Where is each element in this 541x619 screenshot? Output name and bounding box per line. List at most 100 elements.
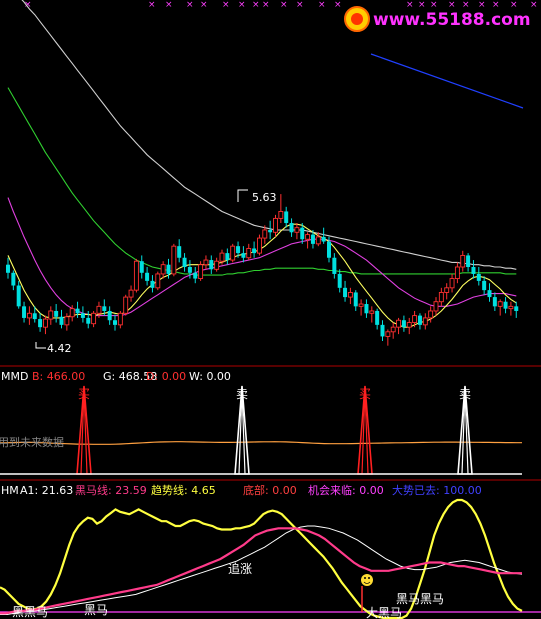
candle-body-up [257,237,262,254]
mmd-b-label: B: 466.00 [32,370,85,383]
candle-body-down [16,285,21,307]
candle-body-down [225,253,230,261]
top-marker: × [200,0,208,10]
candle-body-down [337,273,342,288]
candle-body-up [230,245,236,261]
signal-label: 买 [359,387,371,401]
candle-body-down [310,234,315,244]
hm-header-item: 趋势线: 4.65 [151,483,216,497]
top-marker: × [280,0,288,10]
candle-body-down [150,280,155,288]
candle-body-down [417,315,422,325]
mmd-d-value: 0.00 [162,370,187,383]
low-label: 4.42 [47,342,72,355]
watermark: www.55188.com [344,6,531,32]
candle-body-down [86,317,91,324]
hm-title: HM [1,484,19,497]
candle-body-up [497,301,503,307]
candle-body-up [155,273,161,289]
candle-body-down [327,241,331,258]
top-marker: × [418,0,426,10]
hm-label: 黑马黑马 [396,592,444,606]
top-marker: × [148,0,156,10]
hm-header-item: A1: 21.63 [20,484,73,497]
candle-body-down [321,236,326,242]
candle-body-up [278,211,284,219]
watermark-text: www.55188.com [373,10,531,30]
candle-body-down [466,255,471,267]
candle-body-down [107,310,112,321]
candle-body-up [96,305,102,314]
candle-body-down [22,306,27,318]
candle-body-up [294,227,300,233]
candle-body-up [91,312,97,325]
candle-body-up [203,259,209,266]
top-marker: × [24,0,32,10]
top-marker: × [262,0,270,10]
candle-body-down [252,248,257,254]
candle-body-down [241,253,246,258]
mmd-footer-text: 用到未来数据 [0,435,64,449]
candle-body-down [471,267,476,274]
candle-body-up [219,252,225,262]
candle-body-up [444,287,450,293]
hm-label: 大黑马 [366,606,402,619]
candle-body-up [406,322,412,328]
candle-body-down [80,313,85,318]
candle-body-down [401,320,406,328]
candle-body-up [123,296,129,314]
candle-body-down [209,260,214,270]
candle-body-down [75,308,80,314]
candle-body-down [380,324,385,337]
candle-body-up [128,289,134,298]
candle-body-down [343,287,348,298]
candle-body-down [375,310,380,325]
hm-label: 黑马 [84,603,108,617]
mmd-w-value: 0.00 [206,370,231,383]
hm-label: 黑黑马 [12,605,48,619]
candle-body-up [246,248,252,259]
candle-body-down [514,306,519,311]
candle-body-down [102,306,107,311]
candle-body-down [268,229,273,233]
candle-body-up [262,229,268,239]
candle-body-up [133,260,139,291]
stock-chart: × × × × × × × × × × × × × × × × × × × × × × www.55188.com 5.6… [0,0,541,619]
top-marker: × [510,0,518,10]
signal-label: 卖 [236,387,248,401]
candle-body-down [54,310,59,317]
candle-body-up [369,310,375,314]
smiley-face-icon [361,574,373,586]
top-marker: × [318,0,326,10]
top-marker: × [430,0,438,10]
candle-body-down [187,267,192,273]
top-marker: × [186,0,194,10]
candle-body-down [38,319,43,328]
candle-body-up [198,264,204,280]
candle-body-down [492,297,497,307]
candle-body-up [273,217,278,233]
candle-body-up [305,234,311,240]
hm-header-item: 大势已去: 100.00 [392,483,482,497]
candle-body-up [117,312,123,326]
top-marker: × [222,0,230,10]
candle-body-down [353,292,358,307]
hm-header-item: 机会来临: 0.00 [308,483,384,497]
high-label: 5.63 [252,191,277,204]
candle-body-down [236,246,241,254]
watermark-logo-core-icon [351,13,363,25]
candle-body-down [6,264,10,273]
candle-body-down [482,280,487,291]
candle-body-up [433,301,439,312]
hm-label: 追涨 [228,561,252,576]
candle-body-up [454,266,460,280]
candle-body-down [364,304,369,314]
candle-body-up [460,254,466,268]
signal-label: 卖 [459,387,471,401]
top-marker: × [238,0,246,10]
smiley-eye-icon [368,577,370,579]
mmd-b-value: 466.00 [47,370,86,383]
candle-body-up [347,292,353,298]
candle-body-down [332,257,337,274]
candle-body-up [315,236,321,245]
